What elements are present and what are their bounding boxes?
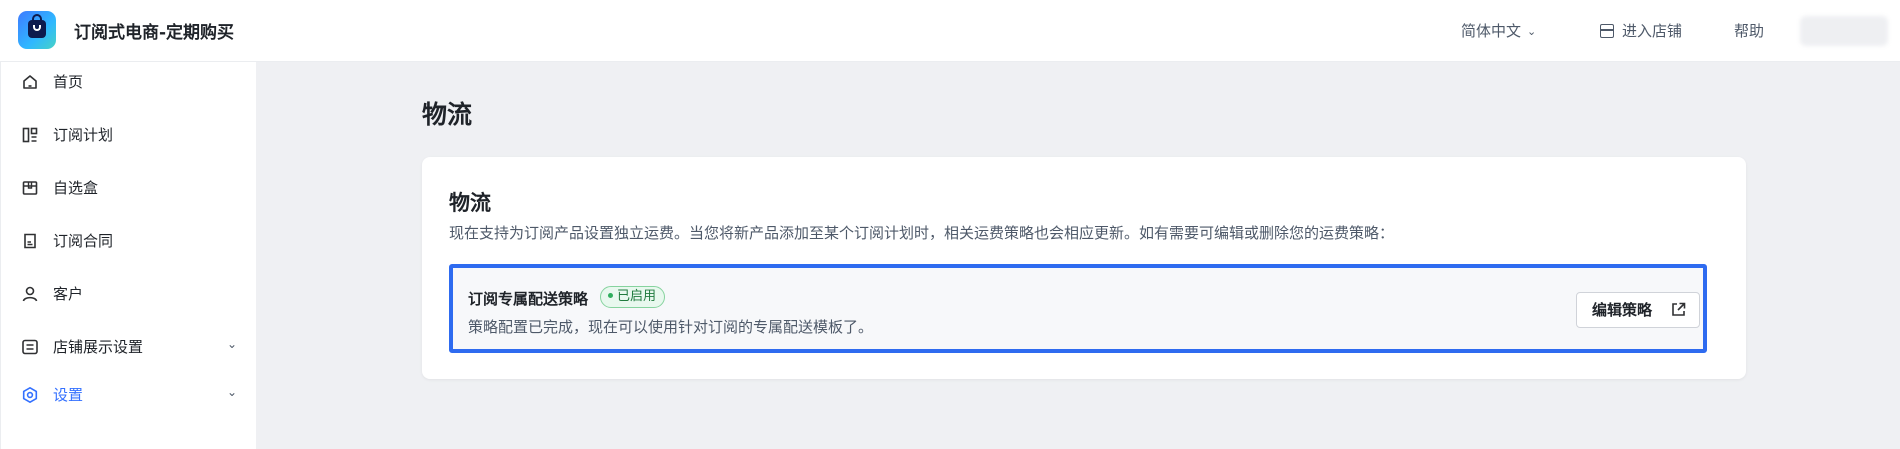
box-icon (22, 181, 38, 195)
status-dot-icon (608, 293, 613, 298)
user-icon (22, 286, 38, 302)
layout-icon (22, 127, 38, 143)
status-label: 已启用 (617, 289, 657, 304)
page-title: 物流 (422, 100, 473, 129)
sidebar-item-label: 设置 (53, 386, 84, 404)
contract-icon (24, 233, 36, 249)
help-link[interactable]: 帮助 (1734, 20, 1764, 41)
language-selector[interactable]: 简体中文 ⌄ (1461, 20, 1536, 41)
chevron-down-icon: ⌄ (227, 385, 238, 399)
shipping-card: 物流 现在支持为订阅产品设置独立运费。当您将新产品添加至某个订阅计划时，相关运费… (422, 157, 1746, 379)
sidebar-item-label: 首页 (53, 73, 84, 91)
sidebar-item-subscription-plans[interactable]: 订阅计划 (1, 115, 257, 155)
policy-name: 订阅专属配送策略 (468, 290, 589, 308)
external-link-icon (1672, 302, 1686, 316)
policy-description: 策略配置已完成，现在可以使用针对订阅的专属配送模板了。 (468, 318, 874, 336)
sidebar-item-label: 自选盒 (53, 179, 99, 197)
status-badge: 已启用 (600, 286, 666, 308)
sidebar-item-store-display[interactable]: 店铺展示设置 ⌄ (1, 327, 257, 367)
card-title: 物流 (449, 191, 491, 215)
enter-store-label: 进入店铺 (1622, 22, 1683, 40)
sidebar-item-contracts[interactable]: 订阅合同 (1, 221, 257, 261)
sidebar-item-custom-box[interactable]: 自选盒 (1, 168, 257, 208)
app-title: 订阅式电商-定期购买 (74, 23, 235, 43)
sidebar-item-label: 客户 (53, 285, 84, 303)
app-logo-icon[interactable] (18, 11, 56, 49)
sidebar-item-label: 订阅合同 (53, 232, 114, 250)
chevron-down-icon: ⌄ (227, 337, 238, 351)
sidebar: 首页 订阅计划 自选盒 订阅合同 客户 店铺展示设置 ⌄ 设置 ⌄ (0, 62, 256, 449)
store-icon (1600, 24, 1614, 38)
edit-policy-button[interactable]: 编辑策略 (1576, 292, 1700, 328)
edit-policy-label: 编辑策略 (1592, 301, 1653, 319)
sidebar-item-label: 订阅计划 (53, 126, 114, 144)
enter-store-link[interactable]: 进入店铺 (1600, 20, 1682, 41)
top-bar: 订阅式电商-定期购买 简体中文 ⌄ 进入店铺 帮助 (0, 0, 1900, 62)
chevron-down-icon: ⌄ (1527, 25, 1537, 38)
user-avatar[interactable] (1800, 16, 1888, 46)
sidebar-item-label: 店铺展示设置 (53, 338, 144, 356)
card-description: 现在支持为订阅产品设置独立运费。当您将新产品添加至某个订阅计划时，相关运费策略也… (449, 224, 1395, 242)
sidebar-item-home[interactable]: 首页 (1, 62, 257, 102)
main-content: 物流 物流 现在支持为订阅产品设置独立运费。当您将新产品添加至某个订阅计划时，相… (256, 62, 1900, 449)
sidebar-item-settings[interactable]: 设置 ⌄ (1, 375, 257, 415)
sidebar-item-customers[interactable]: 客户 (1, 274, 257, 314)
settings-icon (22, 387, 38, 403)
language-label: 简体中文 (1461, 22, 1522, 40)
display-settings-icon (22, 339, 38, 355)
home-icon (23, 75, 37, 89)
shipping-policy-row: 订阅专属配送策略 已启用 策略配置已完成，现在可以使用针对订阅的专属配送模板了。… (449, 264, 1707, 353)
